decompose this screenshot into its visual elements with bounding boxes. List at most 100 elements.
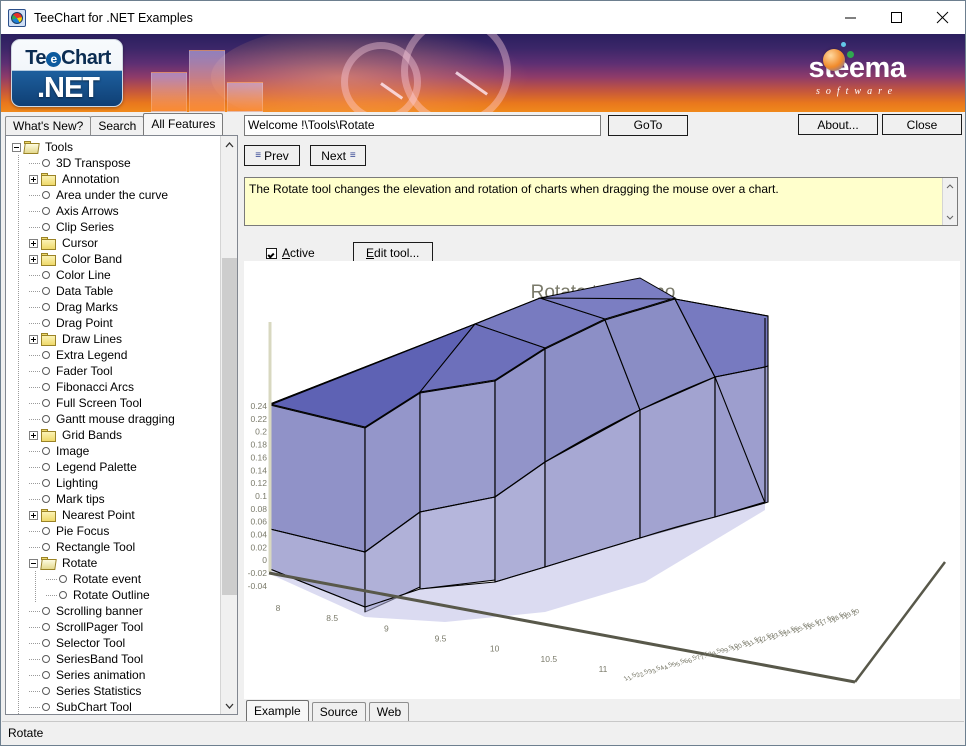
tree-item[interactable]: Color Line — [6, 267, 220, 283]
tab-all-features[interactable]: All Features — [143, 113, 224, 135]
tree-item[interactable]: Series Statistics — [6, 683, 220, 699]
tab-example[interactable]: Example — [246, 700, 309, 721]
tab-source[interactable]: Source — [311, 702, 366, 721]
tree-item[interactable]: SubChart Tool — [6, 699, 220, 714]
bullet-icon — [42, 399, 50, 407]
tree-item[interactable]: 3D Transpose — [6, 155, 220, 171]
expand-icon[interactable] — [29, 510, 38, 520]
tree-scrollbar[interactable] — [220, 136, 237, 714]
goto-row: GoTo About... Close — [244, 114, 962, 136]
tree-guide-line — [18, 315, 19, 331]
tree-item[interactable]: Extra Legend — [6, 347, 220, 363]
tree-scrollbar-thumb[interactable] — [222, 258, 237, 595]
steema-logo-tagline: software — [815, 86, 899, 97]
tree-item[interactable]: Data Table — [6, 283, 220, 299]
tree-item-label: Grid Bands — [62, 428, 123, 442]
tree-item[interactable]: Legend Palette — [6, 459, 220, 475]
tree-item[interactable]: Mark tips — [6, 491, 220, 507]
tree-item[interactable]: Series animation — [6, 667, 220, 683]
collapse-icon[interactable] — [12, 142, 21, 152]
description-scrollbar[interactable] — [942, 178, 957, 225]
tree-item[interactable]: Area under the curve — [6, 187, 220, 203]
prev-button[interactable]: ≡ Prev — [244, 145, 300, 166]
scroll-down-icon[interactable] — [221, 697, 237, 714]
chart-canvas[interactable]: Rotate tool demo — [244, 261, 960, 699]
tree-connector — [29, 203, 42, 219]
tree-item[interactable]: Color Band — [6, 251, 220, 267]
close-dialog-button[interactable]: Close — [882, 114, 962, 135]
tree-item[interactable]: ScrollPager Tool — [6, 619, 220, 635]
path-input[interactable] — [244, 114, 601, 136]
tree-item[interactable]: Drag Point — [6, 315, 220, 331]
bullet-icon — [42, 303, 50, 311]
axis-tick-label: 9 — [384, 623, 389, 633]
tree-item[interactable]: Rotate — [6, 555, 220, 571]
folder-icon — [41, 428, 57, 442]
tree-connector — [29, 187, 42, 203]
bullet-icon — [42, 623, 50, 631]
feature-tree-panel: Tools 3D Transpose Annotation Area under th… — [5, 135, 238, 715]
tree-item[interactable]: Fibonacci Arcs — [6, 379, 220, 395]
tree-item[interactable]: Gantt mouse dragging — [6, 411, 220, 427]
tree-item-label: Selector Tool — [56, 636, 126, 650]
tree-item[interactable]: Fader Tool — [6, 363, 220, 379]
active-checkbox[interactable] — [266, 247, 277, 259]
tree-connector — [29, 699, 42, 714]
tab-search[interactable]: Search — [90, 116, 145, 135]
tree-item[interactable]: SeriesBand Tool — [6, 651, 220, 667]
tree-item[interactable]: Rotate Outline — [6, 587, 220, 603]
tree-item-label: Fibonacci Arcs — [56, 380, 135, 394]
scroll-up-icon[interactable] — [221, 136, 237, 153]
tree-item-label: Annotation — [62, 172, 120, 186]
collapse-icon[interactable] — [29, 558, 38, 568]
expand-icon[interactable] — [29, 174, 38, 184]
bullet-icon — [42, 383, 50, 391]
tree-item[interactable]: Grid Bands — [6, 427, 220, 443]
minimize-button[interactable] — [827, 1, 873, 34]
tree-item[interactable]: Pie Focus — [6, 523, 220, 539]
tree-guide-line — [18, 491, 19, 507]
axis-tick-label: 10 — [490, 644, 500, 654]
expand-icon[interactable] — [29, 254, 38, 264]
bullet-icon — [42, 223, 50, 231]
tree-item[interactable]: Full Screen Tool — [6, 395, 220, 411]
tree-item[interactable]: Rectangle Tool — [6, 539, 220, 555]
tree-connector — [29, 603, 42, 619]
close-button[interactable] — [919, 1, 965, 34]
teechart-logo-bottom: .NET — [36, 72, 100, 104]
example-tabs: Example Source Web — [246, 700, 412, 721]
tab-whats-new[interactable]: What's New? — [5, 116, 92, 135]
tree-item[interactable]: Cursor — [6, 235, 220, 251]
tree-item-label: SeriesBand Tool — [56, 652, 144, 666]
tree-item[interactable]: Tools — [6, 139, 220, 155]
tree-item[interactable]: Lighting — [6, 475, 220, 491]
tree-item[interactable]: Clip Series — [6, 219, 220, 235]
expand-icon[interactable] — [29, 430, 38, 440]
expand-icon[interactable] — [29, 238, 38, 248]
tree-item[interactable]: Drag Marks — [6, 299, 220, 315]
desc-scroll-up-icon[interactable] — [943, 179, 957, 193]
tree-connector — [29, 283, 42, 299]
tree-item[interactable]: Selector Tool — [6, 635, 220, 651]
axis-tick-label: 0.22 — [250, 414, 267, 424]
expand-icon[interactable] — [29, 334, 38, 344]
feature-tree[interactable]: Tools 3D Transpose Annotation Area under th… — [6, 136, 220, 714]
tree-connector — [29, 683, 42, 699]
tree-item-label: Fader Tool — [56, 364, 113, 378]
tab-web[interactable]: Web — [368, 702, 410, 721]
tree-item[interactable]: Image — [6, 443, 220, 459]
tree-item[interactable]: Rotate event — [6, 571, 220, 587]
tree-item[interactable]: Nearest Point — [6, 507, 220, 523]
bullet-icon — [42, 687, 50, 695]
desc-scroll-down-icon[interactable] — [943, 210, 957, 224]
tree-item[interactable]: Draw Lines — [6, 331, 220, 347]
steema-ball-icon — [823, 49, 845, 71]
tree-item[interactable]: Annotation — [6, 171, 220, 187]
tree-item[interactable]: Scrolling banner — [6, 603, 220, 619]
next-button[interactable]: Next ≡ — [310, 145, 366, 166]
maximize-button[interactable] — [873, 1, 919, 34]
about-button[interactable]: About... — [798, 114, 878, 135]
goto-button[interactable]: GoTo — [608, 114, 688, 136]
bullet-icon — [42, 607, 50, 615]
tree-item[interactable]: Axis Arrows — [6, 203, 220, 219]
